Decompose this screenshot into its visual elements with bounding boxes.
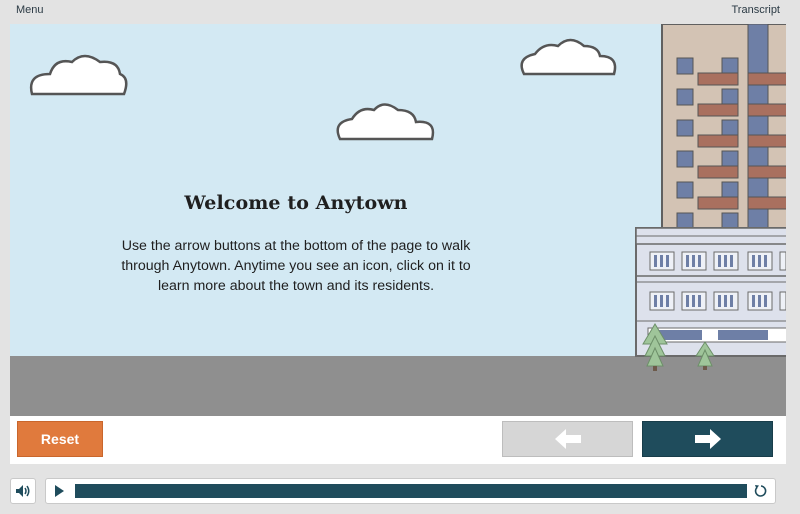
- tower-window: [676, 88, 694, 106]
- window-pane: [764, 255, 767, 267]
- welcome-text-block: Welcome to Anytown Use the arrow buttons…: [106, 192, 486, 296]
- tower-balcony: [747, 196, 786, 210]
- window-pane: [724, 295, 727, 307]
- window-pane: [758, 255, 761, 267]
- tower-balcony: [697, 165, 739, 179]
- window-pane: [666, 295, 669, 307]
- playback-controls: [45, 478, 776, 504]
- tower-window: [721, 212, 739, 230]
- play-icon: [55, 485, 64, 497]
- window-pane: [692, 255, 695, 267]
- tower-window: [676, 150, 694, 168]
- slide-stage: Welcome to Anytown Use the arrow buttons…: [10, 24, 786, 416]
- window-pane: [654, 295, 657, 307]
- window-pane: [730, 255, 733, 267]
- window-pane: [752, 255, 755, 267]
- replay-button[interactable]: [753, 483, 769, 499]
- tower-window: [721, 150, 739, 168]
- tower-window: [721, 57, 739, 75]
- window-pane: [686, 295, 689, 307]
- window-pane: [686, 255, 689, 267]
- tower-balcony: [747, 134, 786, 148]
- reset-button[interactable]: Reset: [17, 421, 103, 457]
- window-pane: [692, 295, 695, 307]
- volume-icon: [16, 485, 30, 497]
- progress-bar[interactable]: [75, 484, 747, 498]
- navigation-bar: Reset: [10, 416, 786, 464]
- welcome-instructions: Use the arrow buttons at the bottom of t…: [121, 238, 471, 294]
- media-player: [0, 466, 800, 514]
- arrow-right-icon: [694, 429, 721, 449]
- window-pane: [730, 295, 733, 307]
- window-pane: [660, 255, 663, 267]
- window-pane: [698, 255, 701, 267]
- tower-balcony: [747, 165, 786, 179]
- tower-balcony: [697, 196, 739, 210]
- window-pane: [758, 295, 761, 307]
- transcript-link[interactable]: Transcript: [732, 4, 781, 16]
- play-button[interactable]: [52, 484, 66, 498]
- welcome-title: Welcome to Anytown: [184, 192, 408, 214]
- tower-window: [721, 181, 739, 199]
- ground: [10, 356, 786, 416]
- arrow-left-icon: [554, 429, 581, 449]
- tower-balcony: [697, 103, 739, 117]
- tower-window: [721, 119, 739, 137]
- window-pane: [764, 295, 767, 307]
- previous-button[interactable]: [502, 421, 633, 457]
- progress-fill: [75, 484, 747, 498]
- tower-balcony: [697, 72, 739, 86]
- tower-window: [676, 212, 694, 230]
- window-pane: [752, 295, 755, 307]
- lower-window: [779, 291, 786, 311]
- replay-icon: [754, 485, 767, 497]
- next-button[interactable]: [642, 421, 773, 457]
- volume-button[interactable]: [10, 478, 36, 504]
- window-pane: [724, 255, 727, 267]
- tower-window: [721, 88, 739, 106]
- top-bar: Menu Transcript: [0, 0, 800, 24]
- window-pane: [718, 295, 721, 307]
- menu-link[interactable]: Menu: [16, 4, 44, 16]
- window-pane: [718, 255, 721, 267]
- window-pane: [666, 255, 669, 267]
- tower-balcony: [747, 103, 786, 117]
- window-pane: [660, 295, 663, 307]
- lower-window: [779, 251, 786, 271]
- tower-window: [676, 57, 694, 75]
- window-pane: [654, 255, 657, 267]
- tower-balcony: [697, 134, 739, 148]
- tower-window: [676, 181, 694, 199]
- tower-window: [676, 119, 694, 137]
- window-pane: [698, 295, 701, 307]
- tower-balcony: [747, 72, 786, 86]
